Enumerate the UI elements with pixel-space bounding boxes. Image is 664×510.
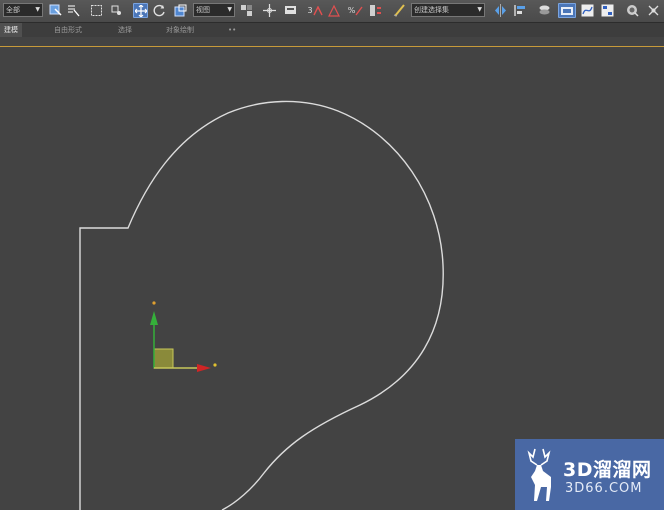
window-crossing-icon[interactable] — [109, 3, 124, 18]
select-move-icon[interactable] — [133, 3, 148, 18]
main-toolbar: 全部 ▼ 视图 ▼ 3 % 创建选择集 ▼ — [0, 0, 664, 23]
chevron-down-icon: ▼ — [35, 6, 40, 13]
watermark-url: 3D66.COM — [565, 481, 643, 496]
mirror-icon[interactable] — [493, 3, 508, 18]
tab-modeling[interactable]: 建模 — [0, 23, 22, 37]
site-watermark: 3D溜溜网 3D66.COM — [515, 439, 664, 510]
spline-shape[interactable] — [79, 100, 444, 510]
gizmo-x-arrow[interactable] — [197, 364, 211, 372]
tab-selection[interactable]: 选择 — [114, 23, 136, 37]
tab-more[interactable]: •• — [224, 23, 240, 37]
select-object-icon[interactable] — [48, 3, 63, 18]
spinner-snap-icon[interactable] — [368, 3, 383, 18]
select-manipulate-icon[interactable] — [262, 3, 277, 18]
deer-logo-icon — [527, 448, 551, 501]
rect-region-icon[interactable] — [89, 3, 104, 18]
gizmo-y-tip — [152, 301, 156, 305]
percent-snap-icon[interactable]: % — [347, 3, 364, 18]
curve-editor-icon[interactable] — [580, 3, 595, 18]
named-selection-set-dropdown[interactable]: 创建选择集 ▼ — [411, 3, 485, 17]
select-rotate-icon[interactable] — [152, 3, 167, 18]
tab-freeform[interactable]: 自由形式 — [50, 23, 86, 37]
selection-filter-dropdown[interactable]: 全部 ▼ — [3, 3, 43, 17]
gizmo-y-arrow[interactable] — [150, 311, 158, 325]
percent-snap-label: % — [347, 6, 356, 15]
named-selection-set-value: 创建选择集 — [414, 6, 449, 14]
select-scale-icon[interactable] — [173, 3, 188, 18]
watermark-brand: 3D溜溜网 — [563, 459, 652, 481]
layer-manager-icon[interactable] — [537, 3, 552, 18]
gizmo-xy-plane[interactable] — [153, 348, 174, 369]
selection-filter-value: 全部 — [6, 6, 20, 14]
graphite-tools-icon[interactable] — [558, 3, 576, 18]
reference-coord-dropdown[interactable]: 视图 ▼ — [193, 3, 235, 17]
transform-gizmo[interactable] — [150, 301, 217, 372]
angle-snap-icon[interactable] — [327, 3, 342, 18]
use-pivot-icon[interactable] — [239, 3, 254, 18]
keyboard-shortcut-icon[interactable] — [283, 3, 298, 18]
gizmo-x-tip — [213, 363, 217, 367]
align-icon[interactable] — [513, 3, 528, 18]
schematic-view-icon[interactable] — [600, 3, 615, 18]
render-setup-icon[interactable] — [646, 3, 661, 18]
select-by-name-icon[interactable] — [66, 3, 81, 18]
edit-named-sets-icon[interactable] — [392, 3, 407, 18]
tab-object-paint[interactable]: 对象绘制 — [162, 23, 198, 37]
material-editor-icon[interactable] — [625, 3, 640, 18]
snaps-toggle-icon[interactable]: 3 — [305, 3, 325, 18]
chevron-down-icon: ▼ — [477, 6, 482, 13]
ribbon-tab-bar: 建模 自由形式 选择 对象绘制 •• — [0, 23, 664, 37]
chevron-down-icon: ▼ — [227, 6, 232, 13]
reference-coord-value: 视图 — [196, 6, 210, 14]
